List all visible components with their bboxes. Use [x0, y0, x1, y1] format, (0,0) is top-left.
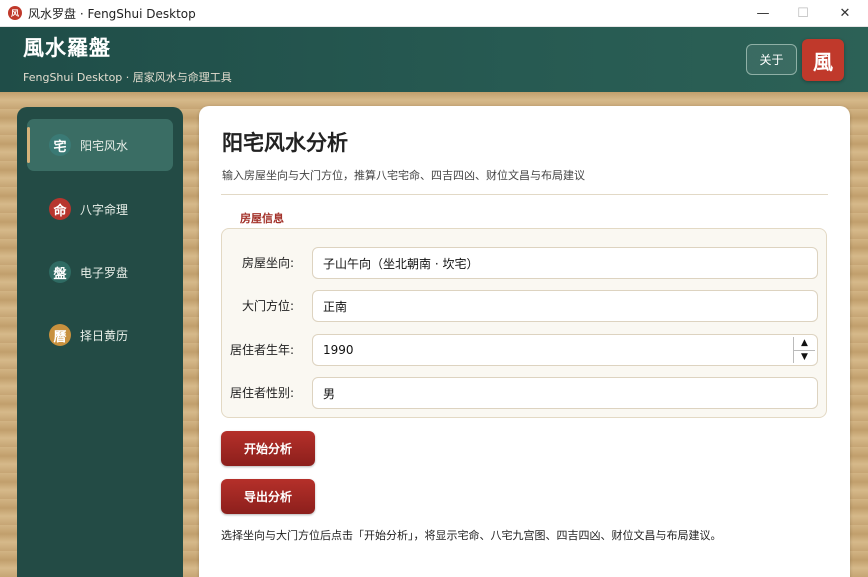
- sidebar-item-almanac[interactable]: 曆 择日黄历: [27, 309, 173, 361]
- calendar-icon: 曆: [49, 324, 71, 346]
- divider: [221, 194, 828, 195]
- sidebar-item-bazi[interactable]: 命 八字命理: [27, 183, 173, 235]
- gender-label: 居住者性别:: [229, 386, 294, 400]
- sidebar-item-yangzhai-fengshui[interactable]: 宅 阳宅风水: [27, 119, 173, 171]
- section-label-house-info: 房屋信息: [240, 212, 284, 225]
- birth-year-spinbox[interactable]: 1990 ▲ ▼: [312, 334, 818, 366]
- seal-logo-icon: 風: [802, 39, 844, 81]
- birth-year-label: 居住者生年:: [229, 343, 294, 357]
- sidebar-item-compass[interactable]: 盤 电子罗盘: [27, 246, 173, 298]
- app-logo-icon: 风: [8, 6, 22, 20]
- gender-select[interactable]: 男: [312, 377, 818, 409]
- close-button[interactable]: ✕: [825, 0, 865, 27]
- window-title: 风水罗盘 · FengShui Desktop: [28, 6, 196, 21]
- brand-title: 風水羅盤: [23, 36, 111, 60]
- house-icon: 宅: [49, 134, 71, 156]
- main-panel: 阳宅风水分析 输入房屋坐向与大门方位，推算八宅宅命、四吉四凶、财位文昌与布局建议…: [199, 106, 850, 577]
- orientation-label: 房屋坐向:: [241, 256, 294, 270]
- orientation-value: 子山午向（坐北朝南 · 坎宅）: [323, 256, 479, 271]
- window-titlebar: 风 风水罗盘 · FengShui Desktop — ☐ ✕: [0, 0, 868, 27]
- compass-icon: 盤: [49, 261, 71, 283]
- minimize-button[interactable]: —: [743, 0, 783, 27]
- page-title: 阳宅风水分析: [222, 131, 348, 155]
- house-info-form: 房屋坐向: 子山午向（坐北朝南 · 坎宅） 大门方位: 正南 居住者生年: 19…: [221, 228, 827, 418]
- start-analysis-button[interactable]: 开始分析: [221, 431, 315, 466]
- birth-year-value: 1990: [323, 343, 354, 357]
- app-header: 風水羅盤 FengShui Desktop · 居家风水与命理工具 关于 風: [0, 27, 868, 92]
- door-label: 大门方位:: [241, 299, 294, 313]
- orientation-select[interactable]: 子山午向（坐北朝南 · 坎宅）: [312, 247, 818, 279]
- maximize-button[interactable]: ☐: [783, 0, 823, 27]
- sidebar: 宅 阳宅风水 命 八字命理 盤 电子罗盘 曆 择日黄历: [17, 107, 183, 577]
- door-value: 正南: [323, 299, 348, 314]
- instruction-text: 选择坐向与大门方位后点击「开始分析」，将显示宅命、八宅九宫图、四吉四凶、财位文昌…: [221, 529, 722, 542]
- gender-value: 男: [323, 386, 336, 401]
- sidebar-item-label: 择日黄历: [80, 328, 129, 343]
- sidebar-item-label: 阳宅风水: [80, 138, 129, 153]
- export-analysis-button[interactable]: 导出分析: [221, 479, 315, 514]
- stepper-up-icon[interactable]: ▲: [793, 337, 815, 351]
- sidebar-item-label: 八字命理: [80, 202, 129, 217]
- sidebar-item-label: 电子罗盘: [80, 265, 129, 280]
- door-direction-select[interactable]: 正南: [312, 290, 818, 322]
- page-subtitle: 输入房屋坐向与大门方位，推算八宅宅命、四吉四凶、财位文昌与布局建议: [222, 169, 585, 182]
- brand-subtitle: FengShui Desktop · 居家风水与命理工具: [23, 71, 232, 84]
- year-stepper: ▲ ▼: [793, 337, 815, 363]
- destiny-icon: 命: [49, 198, 71, 220]
- about-button[interactable]: 关于: [746, 44, 797, 75]
- stepper-down-icon[interactable]: ▼: [793, 350, 815, 363]
